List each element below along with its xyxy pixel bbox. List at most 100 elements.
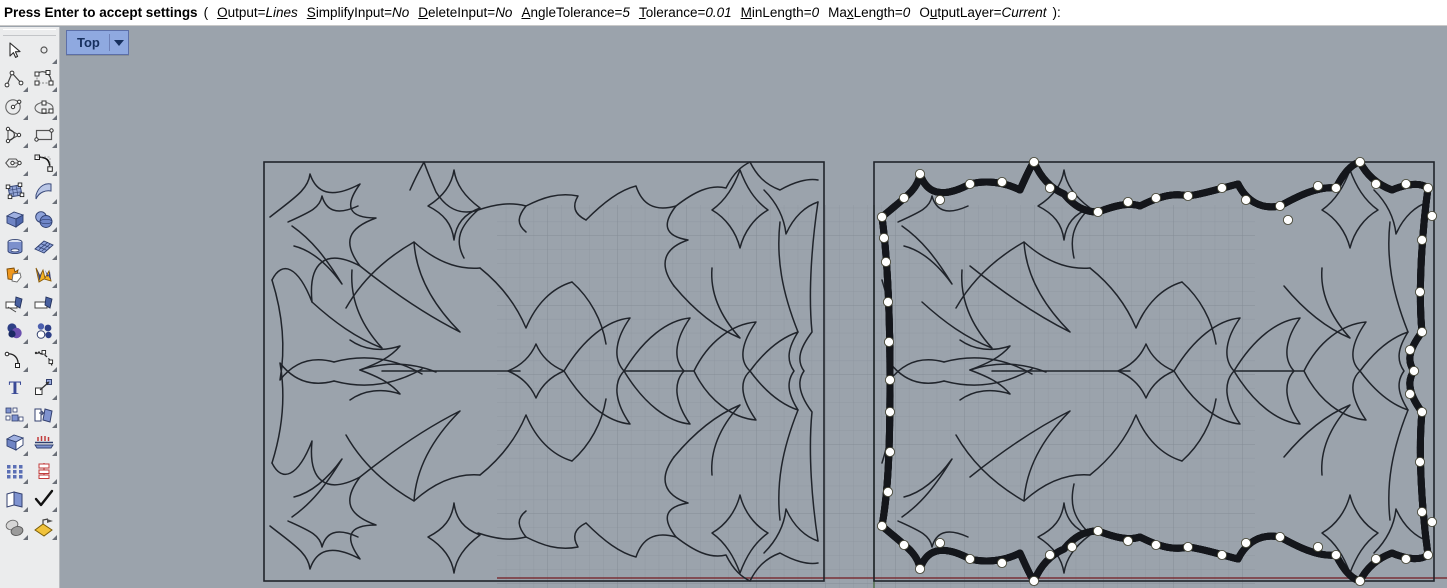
command-option-angletolerance[interactable]: AngleTolerance=5 <box>521 5 629 20</box>
flyout-arrow-icon[interactable] <box>52 311 57 316</box>
mesh-plane-icon <box>33 240 54 254</box>
flyout-arrow-icon[interactable] <box>23 87 28 92</box>
flyout-arrow-icon[interactable] <box>52 143 57 148</box>
box-icon <box>5 211 24 228</box>
mesh-tool[interactable] <box>29 233 58 261</box>
point-object-tool[interactable] <box>29 37 58 65</box>
command-option-deleteinput[interactable]: DeleteInput=No <box>418 5 512 20</box>
extrude-surface-tool[interactable] <box>29 177 58 205</box>
flyout-arrow-icon[interactable] <box>52 227 57 232</box>
flyout-arrow-icon[interactable] <box>23 423 28 428</box>
flyout-arrow-icon[interactable] <box>52 283 57 288</box>
curve-from-points-tool[interactable] <box>29 345 58 373</box>
grid-snap-tool[interactable] <box>0 457 29 485</box>
flyout-arrow-icon[interactable] <box>23 255 28 260</box>
circle-center-radius-icon <box>4 99 21 115</box>
flyout-arrow-icon[interactable] <box>52 395 57 400</box>
flyout-arrow-icon[interactable] <box>23 143 28 148</box>
flyout-arrow-icon[interactable] <box>52 507 57 512</box>
split-tool[interactable] <box>29 289 58 317</box>
trim-tool[interactable] <box>0 289 29 317</box>
scale-tool[interactable] <box>29 373 58 401</box>
rectangle-tool[interactable] <box>29 121 58 149</box>
flyout-arrow-icon[interactable] <box>23 199 28 204</box>
paint-bucket-icon <box>33 518 53 537</box>
control-point-curve-icon <box>34 70 53 86</box>
flyout-arrow-icon[interactable] <box>23 535 28 540</box>
command-option-tolerance[interactable]: Tolerance=0.01 <box>639 5 732 20</box>
flyout-arrow-icon[interactable] <box>52 339 57 344</box>
flyout-arrow-icon[interactable] <box>23 115 28 120</box>
flyout-arrow-icon[interactable] <box>52 59 57 64</box>
flyout-arrow-icon[interactable] <box>23 339 28 344</box>
command-option-output[interactable]: Output=Lines <box>217 5 298 20</box>
command-prompt-text: Press Enter to accept settings <box>4 5 198 20</box>
flyout-arrow-icon[interactable] <box>23 283 28 288</box>
viewport-canvas[interactable] <box>61 27 1447 588</box>
command-option-maxlength[interactable]: MaxLength=0 <box>828 5 910 20</box>
flyout-arrow-icon[interactable] <box>52 199 57 204</box>
command-option-simplifyinput[interactable]: SimplifyInput=No <box>307 5 409 20</box>
solid-difference-tool[interactable] <box>29 317 58 345</box>
flyout-arrow-icon[interactable] <box>52 451 57 456</box>
toolbar-grip[interactable] <box>3 29 56 36</box>
text-tool[interactable]: T <box>0 373 29 401</box>
control-point-curve-tool[interactable] <box>29 65 58 93</box>
polyline-tool[interactable] <box>0 65 29 93</box>
viewport-title-tab[interactable]: Top <box>66 30 129 55</box>
cylinder-solid-tool[interactable] <box>0 233 29 261</box>
flyout-arrow-icon[interactable] <box>23 507 28 512</box>
flyout-arrow-icon[interactable] <box>23 367 28 372</box>
flyout-arrow-icon[interactable] <box>52 255 57 260</box>
arc-tool[interactable] <box>0 121 29 149</box>
check-objects-tool[interactable] <box>29 485 58 513</box>
surface-from-points-tool[interactable] <box>0 177 29 205</box>
polygon-tool[interactable] <box>0 149 29 177</box>
shade-tool[interactable] <box>0 513 29 541</box>
flyout-arrow-icon[interactable] <box>52 367 57 372</box>
command-prompt-bar[interactable]: Press Enter to accept settings ( Output=… <box>0 0 1447 26</box>
split-icon <box>34 296 53 309</box>
solid-union-tool[interactable] <box>0 317 29 345</box>
select-objects-tool[interactable] <box>0 37 29 65</box>
paint-tool[interactable] <box>29 513 58 541</box>
trim-icon <box>5 296 23 313</box>
explode-burst-icon <box>35 267 52 283</box>
box-solid-tool[interactable] <box>0 205 29 233</box>
ellipse-tool[interactable] <box>29 93 58 121</box>
dimension-tool[interactable] <box>29 457 58 485</box>
main-toolbar: T <box>0 27 60 588</box>
command-option-minlength[interactable]: MinLength=0 <box>741 5 819 20</box>
flyout-arrow-icon[interactable] <box>52 87 57 92</box>
top-viewport[interactable]: Top <box>61 27 1447 588</box>
circle-tool[interactable] <box>0 93 29 121</box>
boolean-puzzle-icon <box>6 267 21 283</box>
flyout-arrow-icon[interactable] <box>52 423 57 428</box>
flyout-arrow-icon[interactable] <box>23 479 28 484</box>
checkmark-icon <box>34 489 53 507</box>
boolean-tools[interactable] <box>0 261 29 289</box>
surface-grid-icon <box>5 182 24 200</box>
viewport-dropdown-button[interactable] <box>110 31 128 54</box>
extrude-surface-icon <box>35 183 51 200</box>
curve-tangent-icon <box>4 351 20 368</box>
flyout-arrow-icon[interactable] <box>23 227 28 232</box>
flyout-arrow-icon[interactable] <box>23 171 28 176</box>
layer-tool[interactable] <box>0 485 29 513</box>
sphere-solid-tool[interactable] <box>29 205 58 233</box>
flyout-arrow-icon[interactable] <box>23 451 28 456</box>
flyout-arrow-icon[interactable] <box>52 115 57 120</box>
lighting-tool[interactable] <box>29 429 58 457</box>
curve-fillet-tool[interactable] <box>29 149 58 177</box>
flyout-arrow-icon[interactable] <box>52 171 57 176</box>
flyout-arrow-icon[interactable] <box>52 479 57 484</box>
curve-edit-tool[interactable] <box>0 345 29 373</box>
array-tool[interactable] <box>0 401 29 429</box>
explode-tool[interactable] <box>29 261 58 289</box>
flyout-arrow-icon[interactable] <box>52 535 57 540</box>
render-tool[interactable] <box>0 429 29 457</box>
command-option-maxlength-value: 0 <box>902 5 911 20</box>
command-option-outputlayer[interactable]: OutputLayer=Current <box>919 5 1046 20</box>
flyout-arrow-icon[interactable] <box>23 311 28 316</box>
mirror-tool[interactable] <box>29 401 58 429</box>
